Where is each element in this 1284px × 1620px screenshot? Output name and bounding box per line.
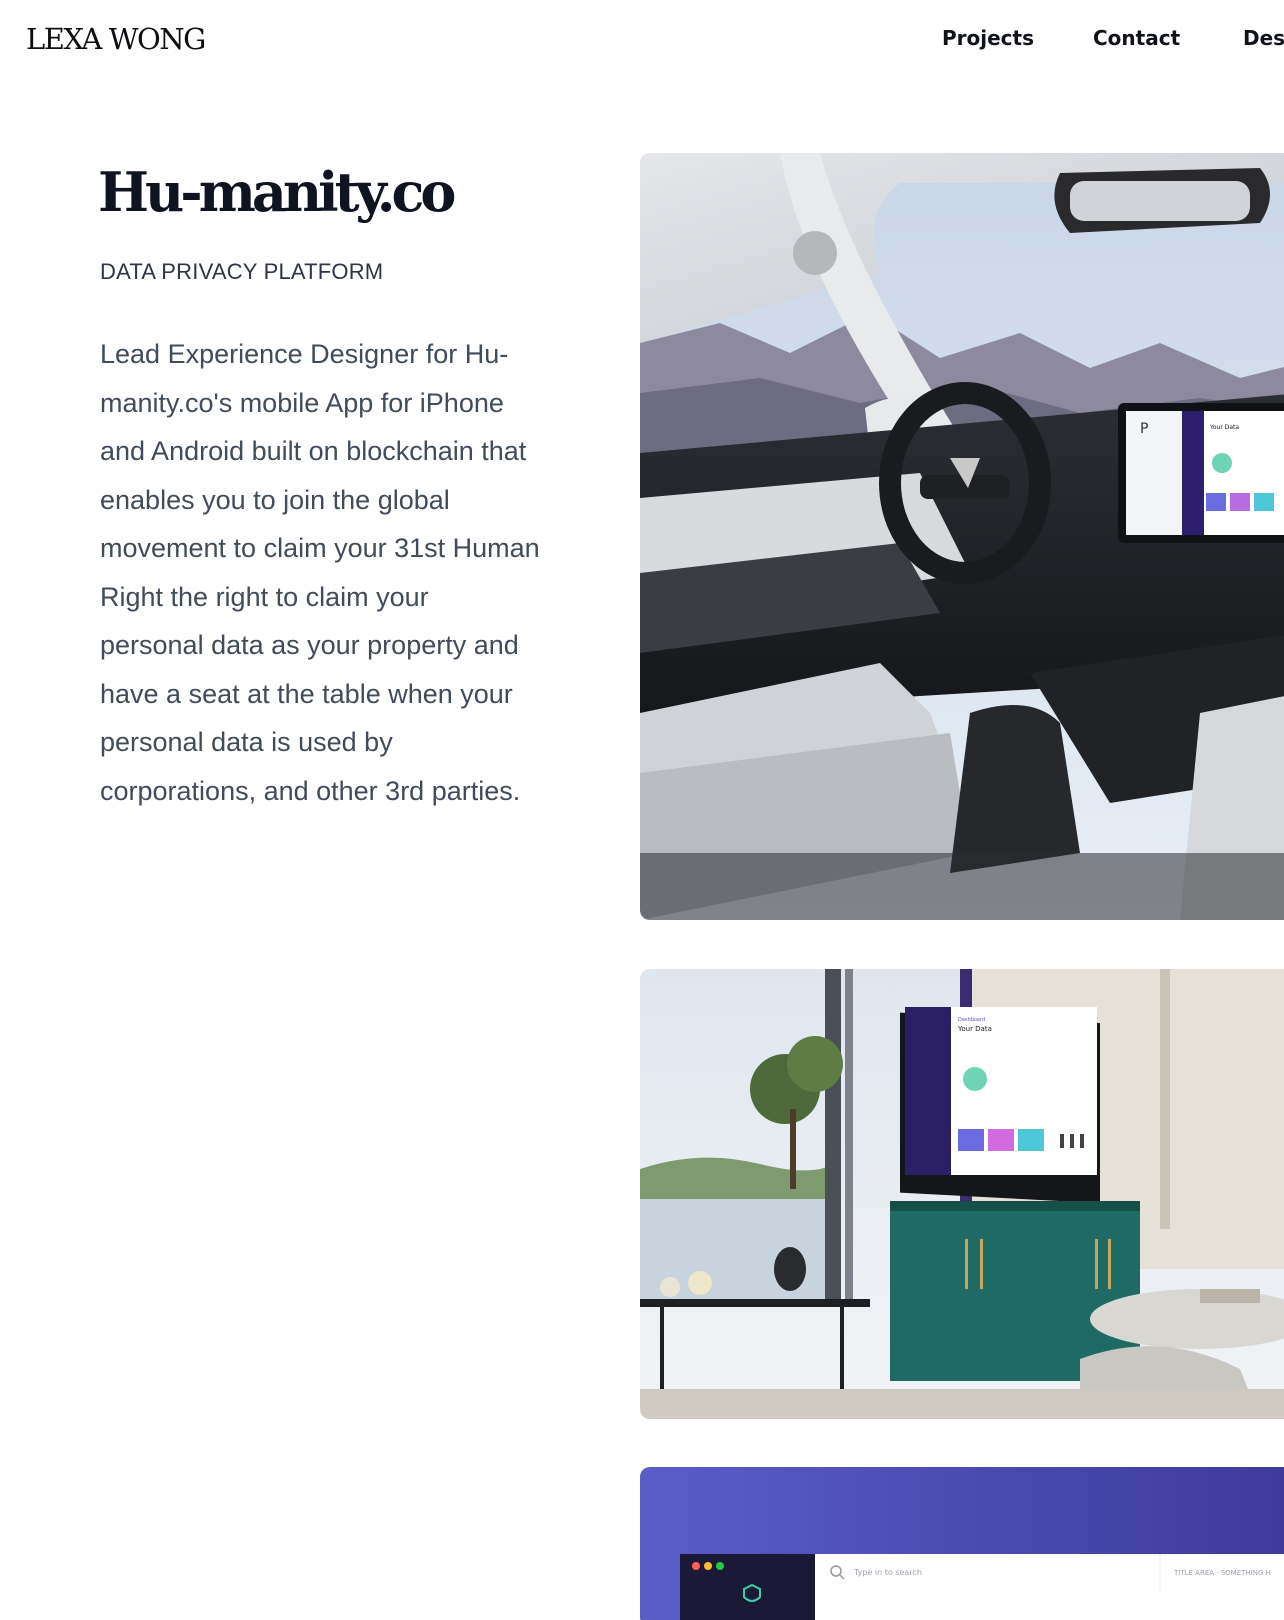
tv-screen-title: Your Data — [957, 1025, 992, 1033]
description-line: personal data is used by — [100, 727, 393, 757]
tv-dashboard-label: Dashboard — [958, 1017, 985, 1023]
description-line: and Android built on blockchain that — [100, 436, 527, 466]
living-room-image: Dashboard Your Data — [640, 969, 1284, 1419]
screen-title: Your Data — [1209, 424, 1239, 431]
app-title-area: TITLE AREA · SOMETHING H — [1173, 1569, 1271, 1577]
description-line: have a seat at the table when your — [100, 678, 513, 709]
description-line: movement to claim your 31st Human — [100, 533, 540, 563]
project-category: DATA PRIVACY PLATFORM — [100, 259, 384, 284]
description-line: Lead Experience Designer for Hu- — [100, 339, 509, 369]
nav-projects[interactable]: Projects — [942, 26, 1034, 50]
maximize-dot-icon — [716, 1562, 724, 1570]
minimize-dot-icon — [704, 1562, 712, 1570]
car-interior-image: P Your Data — [640, 153, 1284, 920]
description-line: corporations, and other 3rd parties. — [100, 775, 521, 806]
screen-park-label: P — [1140, 421, 1148, 437]
description-line: manity.co's mobile App for iPhone — [100, 387, 504, 418]
nav-design[interactable]: Desi — [1243, 26, 1284, 50]
search-input[interactable]: Type in to search — [853, 1568, 922, 1577]
description-line: Right the right to claim your — [100, 581, 429, 612]
project-description: Lead Experience Designer for Hu- manity.… — [100, 330, 600, 815]
project-title: Hu-manity.co — [98, 160, 456, 224]
description-line: enables you to join the global — [100, 484, 450, 515]
description-line: personal data as your property and — [100, 630, 519, 660]
main-nav: Projects Contact Desi — [0, 26, 1284, 56]
app-preview-illustration: Type in to search TITLE AREA · SOMETHING… — [640, 1467, 1284, 1620]
nav-contact[interactable]: Contact — [1093, 26, 1180, 50]
car-interior-illustration: P Your Data — [640, 153, 1284, 920]
living-room-illustration: Dashboard Your Data — [640, 969, 1284, 1419]
close-dot-icon — [692, 1562, 700, 1570]
app-preview-image: Type in to search TITLE AREA · SOMETHING… — [640, 1467, 1284, 1620]
